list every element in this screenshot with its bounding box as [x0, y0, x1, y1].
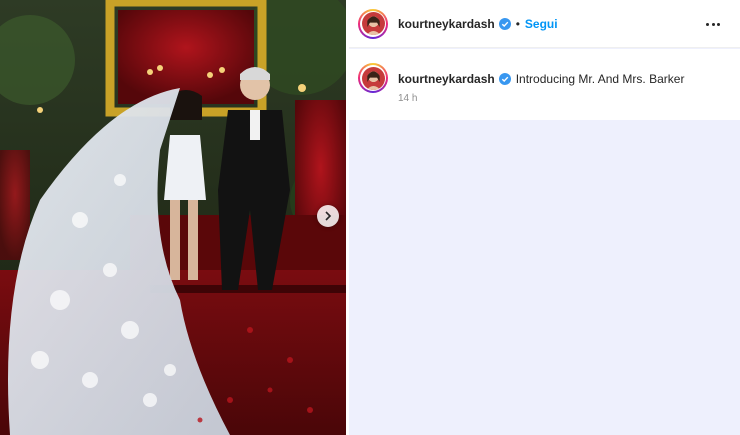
profile-picture-icon	[361, 66, 385, 90]
post-timestamp[interactable]: 14 h	[398, 93, 417, 104]
separator-dot: •	[515, 16, 520, 31]
avatar[interactable]	[358, 8, 388, 39]
chevron-right-icon	[325, 211, 332, 221]
caption-row: kourtneykardash Introducing Mr. And Mrs.…	[358, 63, 684, 93]
verified-badge-icon	[498, 73, 511, 85]
carousel-next-button[interactable]	[317, 205, 339, 227]
caption-username[interactable]: kourtneykardash	[398, 72, 495, 86]
profile-picture-icon	[361, 12, 385, 35]
post-header: kourtneykardash • Segui	[349, 0, 740, 48]
caption-avatar[interactable]	[358, 63, 388, 93]
wedding-photo-image	[0, 0, 346, 435]
post-photo[interactable]	[0, 0, 346, 435]
post-details-panel: kourtneykardash • Segui kourtneykardash …	[349, 0, 740, 435]
more-options-icon[interactable]	[706, 17, 720, 31]
caption-text: Introducing Mr. And Mrs. Barker	[515, 72, 685, 86]
header-username[interactable]: kourtneykardash	[398, 17, 495, 31]
caption-section: kourtneykardash Introducing Mr. And Mrs.…	[349, 49, 740, 120]
verified-badge-icon	[498, 17, 511, 30]
follow-button[interactable]: Segui	[525, 17, 558, 31]
